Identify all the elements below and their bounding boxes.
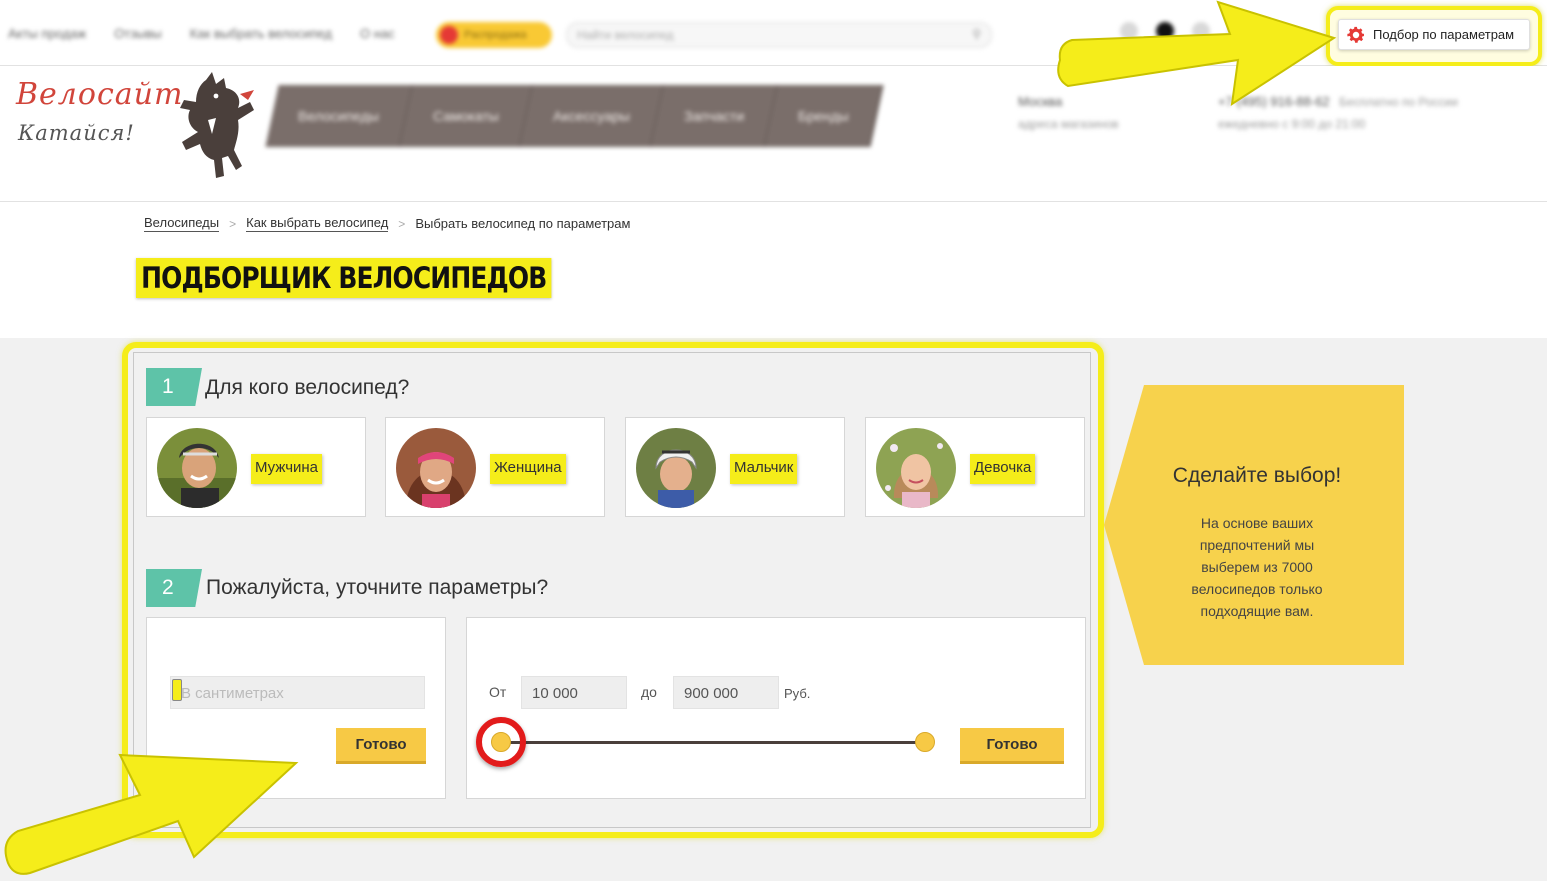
promo-title: Сделайте выбор! [1172, 464, 1342, 487]
breadcrumb-current: Выбрать велосипед по параметрам [415, 216, 631, 231]
step-2-badge: 2 [146, 569, 202, 607]
top-nav: Акты продаж Отзывы Как выбрать велосипед… [8, 26, 423, 41]
breadcrumb-link[interactable]: Велосипеды [144, 215, 220, 232]
search-placeholder: Найти велосипед [577, 28, 674, 42]
height-done-button[interactable]: Готово [336, 728, 426, 764]
woman-avatar [396, 428, 476, 508]
step-1-badge: 1 [146, 368, 202, 406]
currency-label: Руб. [784, 686, 811, 701]
top-nav-item[interactable]: Как выбрать велосипед [190, 26, 332, 41]
price-slider-max-handle[interactable] [915, 732, 935, 752]
breadcrumb-separator-icon: > [229, 216, 237, 231]
sale-pill[interactable]: Распродажа [436, 22, 552, 48]
price-done-button[interactable]: Готово [960, 728, 1064, 764]
phone-sub: ежедневно с 9:00 до 21:00 [1218, 117, 1366, 131]
search-icon[interactable]: ⚲ [972, 27, 981, 41]
logo-text[interactable]: Велосайт [16, 77, 183, 112]
option-man-card[interactable]: Мужчина [146, 417, 366, 517]
sale-label: Распродажа [464, 29, 527, 41]
breadcrumb-separator-icon: > [398, 216, 406, 231]
promo-text: На основе ваших предпочтений мы выберем … [1191, 515, 1323, 619]
option-label: Девочка [970, 454, 1036, 484]
main-nav-item[interactable]: Велосипеды [265, 85, 414, 147]
boy-avatar [636, 428, 716, 508]
main-nav: Велосипеды Самокаты Аксессуары Запчасти … [265, 85, 884, 147]
breadcrumb-link[interactable]: Как выбрать велосипед [246, 215, 389, 232]
price-from-label: От [489, 684, 507, 700]
price-slider-min-handle[interactable] [491, 732, 511, 752]
main-nav-item[interactable]: Аксессуары [520, 85, 665, 147]
top-nav-item[interactable]: Отзывы [114, 26, 162, 41]
option-label: Женщина [490, 454, 566, 484]
price-slider-track[interactable] [500, 741, 926, 744]
option-girl-card[interactable]: Девочка [865, 417, 1085, 517]
text-cursor-marker [172, 679, 182, 701]
annotation-arrow-icon [4, 753, 299, 875]
main-nav-item[interactable]: Самокаты [400, 85, 534, 147]
option-boy-card[interactable]: Мальчик [625, 417, 845, 517]
price-to-label: до [641, 684, 657, 700]
filter-button-label: Подбор по параметрам [1373, 27, 1515, 42]
price-from-input[interactable]: 10 000 [521, 676, 627, 709]
man-avatar [157, 428, 237, 508]
gear-icon [1347, 26, 1365, 43]
height-input[interactable]: В сантиметрах [170, 676, 425, 709]
annotation-arrow-icon [1057, 0, 1337, 107]
phone-extra: Бесплатно по России [1339, 95, 1458, 109]
option-label: Мужчина [251, 454, 323, 484]
main-nav-item[interactable]: Запчасти [651, 85, 779, 147]
top-nav-item[interactable]: Акты продаж [8, 26, 86, 41]
filter-by-params-button[interactable]: Подбор по параметрам [1338, 19, 1530, 50]
search-input[interactable]: Найти велосипед ⚲ [566, 22, 992, 48]
option-woman-card[interactable]: Женщина [385, 417, 605, 517]
breadcrumb: Велосипеды > Как выбрать велосипед > Выб… [144, 215, 630, 232]
main-nav-item[interactable]: Бренды [765, 85, 884, 147]
wolf-logo-icon[interactable] [176, 72, 258, 182]
city-sub: адреса магазинов [1018, 117, 1119, 131]
page-title: ПОДБОРЩИК ВЕЛОСИПЕДОВ [136, 258, 552, 298]
girl-avatar [876, 428, 956, 508]
option-label: Мальчик [730, 454, 798, 484]
price-to-input[interactable]: 900 000 [673, 676, 779, 709]
sale-icon [440, 26, 458, 44]
step-2-title: Пожалуйста, уточните параметры? [206, 576, 549, 599]
top-nav-item[interactable]: О нас [360, 26, 395, 41]
step-1-title: Для кого велосипед? [205, 376, 410, 399]
logo-tagline: Катайся! [18, 121, 135, 145]
